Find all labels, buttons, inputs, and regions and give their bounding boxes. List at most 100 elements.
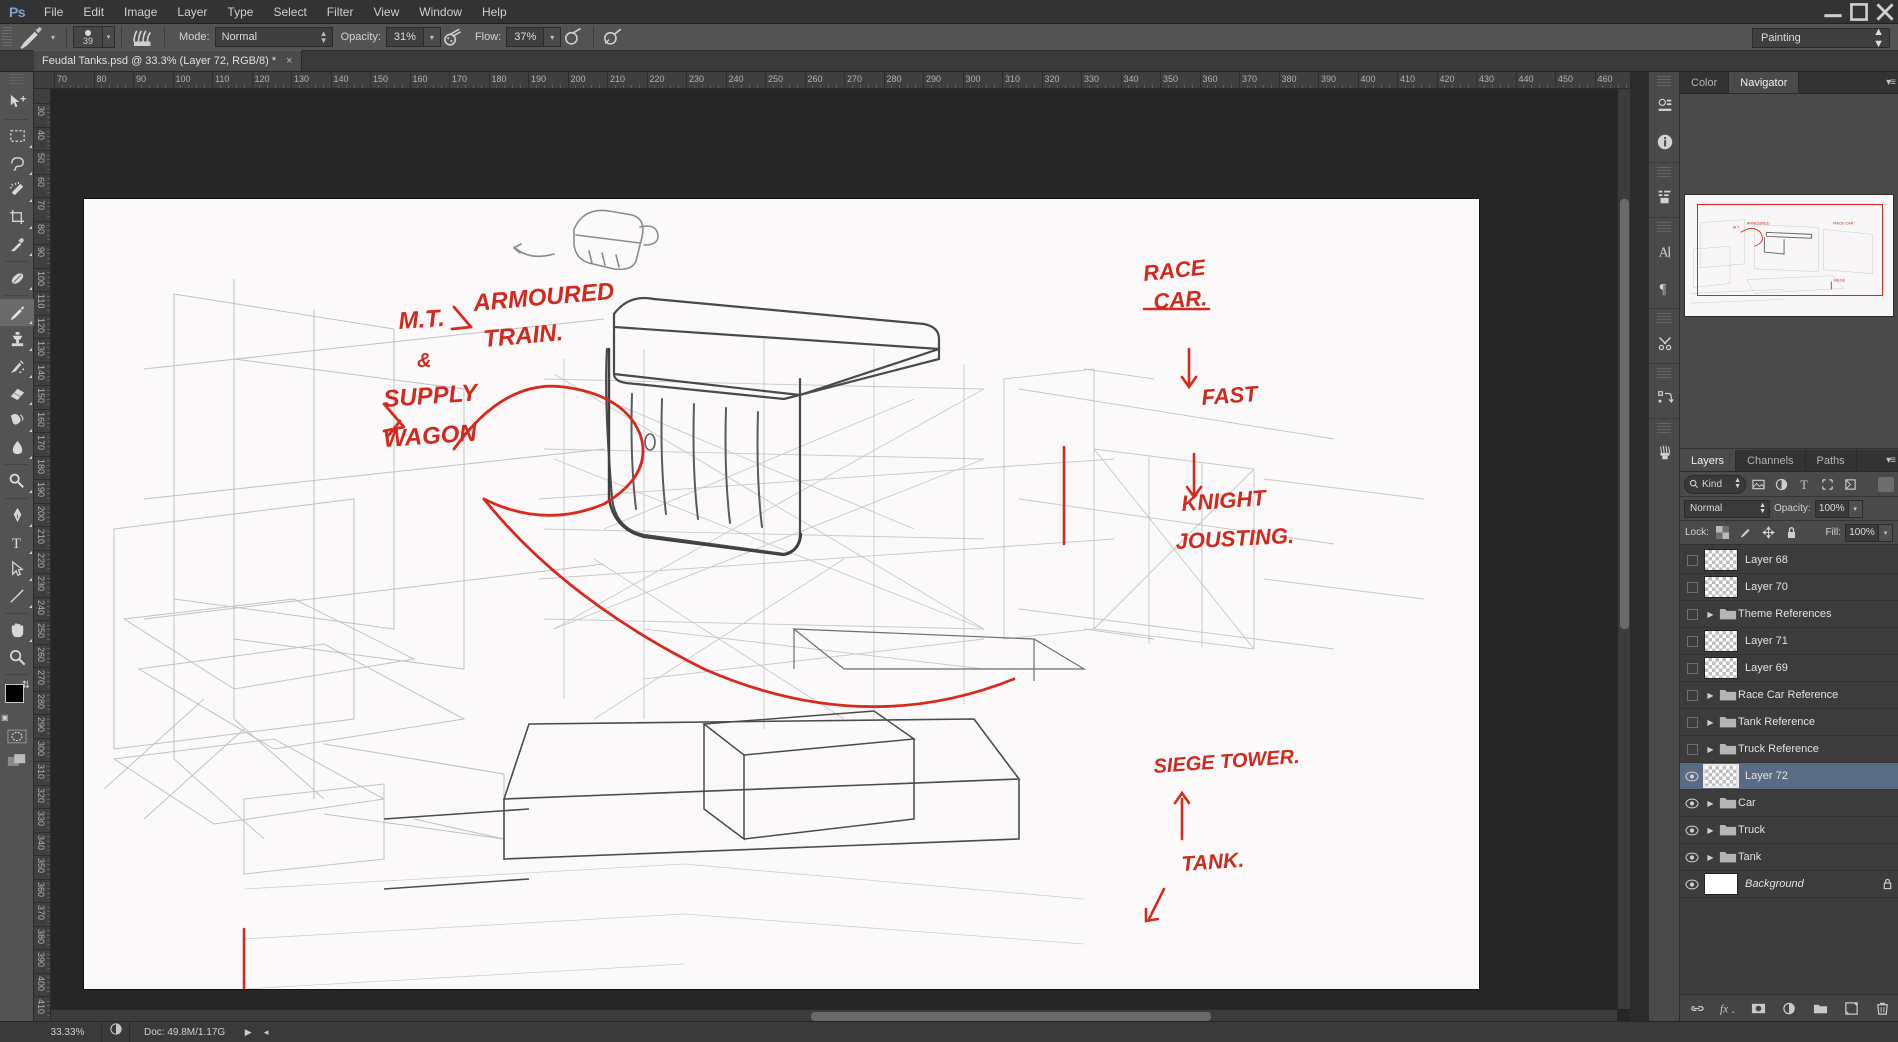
layer-name[interactable]: Tank Reference — [1738, 716, 1898, 728]
eraser-tool[interactable] — [0, 380, 34, 407]
tab-navigator[interactable]: Navigator — [1729, 72, 1800, 93]
tool-preset-caret[interactable]: ▾ — [46, 26, 60, 48]
layer-row[interactable]: Layer 72 — [1680, 763, 1898, 790]
rectangular-marquee-tool[interactable] — [0, 123, 34, 150]
brush-preset-caret[interactable]: ▾ — [103, 26, 115, 48]
dock-grip[interactable] — [1657, 368, 1671, 378]
layer-name[interactable]: Background — [1745, 878, 1876, 890]
path-selection-tool[interactable] — [0, 556, 34, 583]
menu-view[interactable]: View — [363, 0, 409, 24]
opacity-dropdown-icon[interactable]: ▾ — [423, 27, 441, 47]
filter-kind-select[interactable]: Kind ▲ ▼ — [1684, 474, 1746, 494]
lock-transparent-pixels-icon[interactable] — [1713, 524, 1732, 542]
eye-icon[interactable] — [1680, 817, 1704, 844]
tool-presets-icon[interactable] — [1649, 325, 1681, 361]
link-layers-icon[interactable] — [1688, 1000, 1705, 1017]
menu-layer[interactable]: Layer — [167, 0, 217, 24]
menu-filter[interactable]: Filter — [317, 0, 364, 24]
brush-size-preset[interactable]: 39 ▾ — [73, 26, 115, 48]
type-filter-icon[interactable]: T — [1794, 475, 1815, 494]
chevron-right-icon[interactable]: ▶ — [1704, 844, 1717, 871]
spot-healing-brush-tool[interactable] — [0, 265, 34, 292]
layer-row[interactable]: ▶ Race Car Reference — [1680, 682, 1898, 709]
layer-name[interactable]: Theme References — [1738, 608, 1898, 620]
options-bar-grip[interactable] — [2, 27, 12, 47]
visibility-checkbox[interactable] — [1686, 716, 1698, 728]
pen-tool[interactable] — [0, 502, 34, 529]
layer-row[interactable]: Layer 69 — [1680, 655, 1898, 682]
brush-panel-toggle-icon[interactable] — [128, 26, 158, 48]
horizontal-scroll-thumb[interactable] — [811, 1012, 1211, 1021]
move-tool[interactable] — [0, 89, 34, 116]
brush-preview[interactable]: 39 — [73, 26, 103, 48]
layer-row[interactable]: ▶ Truck — [1680, 817, 1898, 844]
zoom-tool[interactable] — [0, 644, 34, 671]
layer-opacity-control[interactable]: 100% ▾ — [1814, 499, 1863, 518]
eye-hidden-icon[interactable] — [1680, 547, 1704, 574]
layer-row[interactable]: ▶ Theme References — [1680, 601, 1898, 628]
dock-grip[interactable] — [1657, 222, 1671, 232]
layer-name[interactable]: Race Car Reference — [1738, 689, 1898, 701]
dock-grip[interactable] — [1657, 167, 1671, 177]
navigator-view-box[interactable] — [1697, 204, 1883, 296]
layer-mask-icon[interactable] — [1750, 1000, 1767, 1017]
layer-row[interactable]: ▶ Car — [1680, 790, 1898, 817]
layer-name[interactable]: Car — [1738, 797, 1898, 809]
layer-comps-icon[interactable] — [1649, 179, 1681, 215]
eye-hidden-icon[interactable] — [1680, 655, 1704, 682]
eye-hidden-icon[interactable] — [1680, 709, 1704, 736]
default-colors-icon[interactable]: ▣ — [1, 713, 9, 722]
fill-dropdown-icon[interactable]: ▾ — [1879, 523, 1893, 542]
blend-mode-select[interactable]: Normal ▲ ▼ — [214, 27, 333, 47]
layer-name[interactable]: Layer 69 — [1745, 662, 1898, 674]
layer-thumbnail[interactable] — [1704, 630, 1738, 652]
flow-control[interactable]: 37% ▾ — [506, 27, 562, 47]
menu-image[interactable]: Image — [114, 0, 167, 24]
eye-hidden-icon[interactable] — [1680, 601, 1704, 628]
tab-channels[interactable]: Channels — [1736, 450, 1806, 471]
tab-layers[interactable]: Layers — [1680, 450, 1737, 471]
magic-wand-tool[interactable] — [0, 177, 34, 204]
layer-thumbnail[interactable] — [1704, 657, 1738, 679]
smart-object-filter-icon[interactable] — [1840, 475, 1861, 494]
new-layer-icon[interactable] — [1843, 1000, 1860, 1017]
maximize-button[interactable] — [1846, 0, 1872, 24]
visibility-checkbox[interactable] — [1686, 608, 1698, 620]
layer-row[interactable]: ▶ Tank — [1680, 844, 1898, 871]
document-profile-icon[interactable] — [102, 1021, 130, 1042]
gradient-tool[interactable] — [0, 407, 34, 434]
chevron-right-icon[interactable]: ▶ — [1704, 709, 1717, 736]
lock-position-icon[interactable] — [1759, 524, 1778, 542]
lock-image-pixels-icon[interactable] — [1736, 524, 1755, 542]
layer-row[interactable]: Layer 70 — [1680, 574, 1898, 601]
minimize-button[interactable] — [1820, 0, 1846, 24]
character-icon[interactable]: A — [1649, 234, 1681, 270]
brush-presets-icon[interactable] — [1649, 435, 1681, 471]
brush-tool[interactable] — [0, 299, 34, 326]
layer-list[interactable]: Layer 68 Layer 70 ▶ Theme References Layer 7… — [1680, 547, 1898, 993]
eye-hidden-icon[interactable] — [1680, 628, 1704, 655]
layer-style-fx-icon[interactable]: fx — [1719, 1000, 1736, 1017]
chevron-right-icon[interactable]: ▶ — [1704, 682, 1717, 709]
layer-name[interactable]: Tank — [1738, 851, 1898, 863]
layer-thumbnail[interactable] — [1704, 549, 1738, 571]
close-tab-icon[interactable]: × — [286, 55, 292, 67]
eye-icon[interactable] — [1680, 871, 1704, 898]
layer-row[interactable]: Layer 71 — [1680, 628, 1898, 655]
type-tool[interactable]: T — [0, 529, 34, 556]
opacity-dropdown-icon[interactable]: ▾ — [1848, 499, 1863, 518]
chevron-right-icon[interactable]: ▶ — [1704, 736, 1717, 763]
dock-grip[interactable] — [1657, 423, 1671, 433]
layer-opacity-value[interactable]: 100% — [1814, 499, 1849, 518]
eye-icon[interactable] — [1680, 763, 1704, 790]
layer-row[interactable]: Layer 68 — [1680, 547, 1898, 574]
adjustments-icon[interactable] — [1649, 88, 1681, 124]
tab-color[interactable]: Color — [1680, 72, 1730, 93]
visibility-checkbox[interactable] — [1686, 662, 1698, 674]
layer-blend-mode-select[interactable]: Normal ▲ ▼ — [1684, 499, 1770, 518]
clone-stamp-tool[interactable] — [0, 326, 34, 353]
document-tab[interactable]: Feudal Tanks.psd @ 33.3% (Layer 72, RGB/… — [34, 50, 302, 71]
blur-tool[interactable] — [0, 434, 34, 461]
opacity-value[interactable]: 31% — [385, 27, 424, 47]
filter-enable-toggle[interactable] — [1878, 476, 1894, 492]
